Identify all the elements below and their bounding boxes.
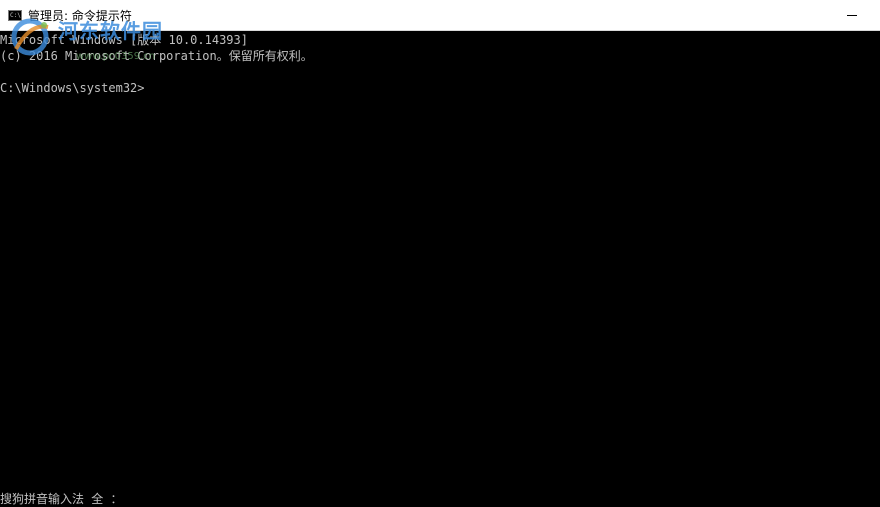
command-prompt-window: C:\ 管理员: 命令提示符 Microsoft Windows [版本 10.… [0, 0, 880, 507]
console-prompt[interactable]: C:\Windows\system32> [0, 80, 880, 96]
window-title: 管理员: 命令提示符 [28, 9, 132, 23]
ime-status-bar: 搜狗拼音输入法 全 ： [0, 492, 123, 506]
minimize-icon [847, 15, 857, 16]
title-bar[interactable]: C:\ 管理员: 命令提示符 [0, 0, 880, 31]
minimize-button[interactable] [834, 0, 880, 30]
cmd-icon: C:\ [8, 10, 22, 21]
console-output[interactable]: Microsoft Windows [版本 10.0.14393] (c) 20… [0, 32, 880, 472]
console-line-version: Microsoft Windows [版本 10.0.14393] [0, 33, 248, 47]
console-line-copyright: (c) 2016 Microsoft Corporation。保留所有权利。 [0, 49, 313, 63]
